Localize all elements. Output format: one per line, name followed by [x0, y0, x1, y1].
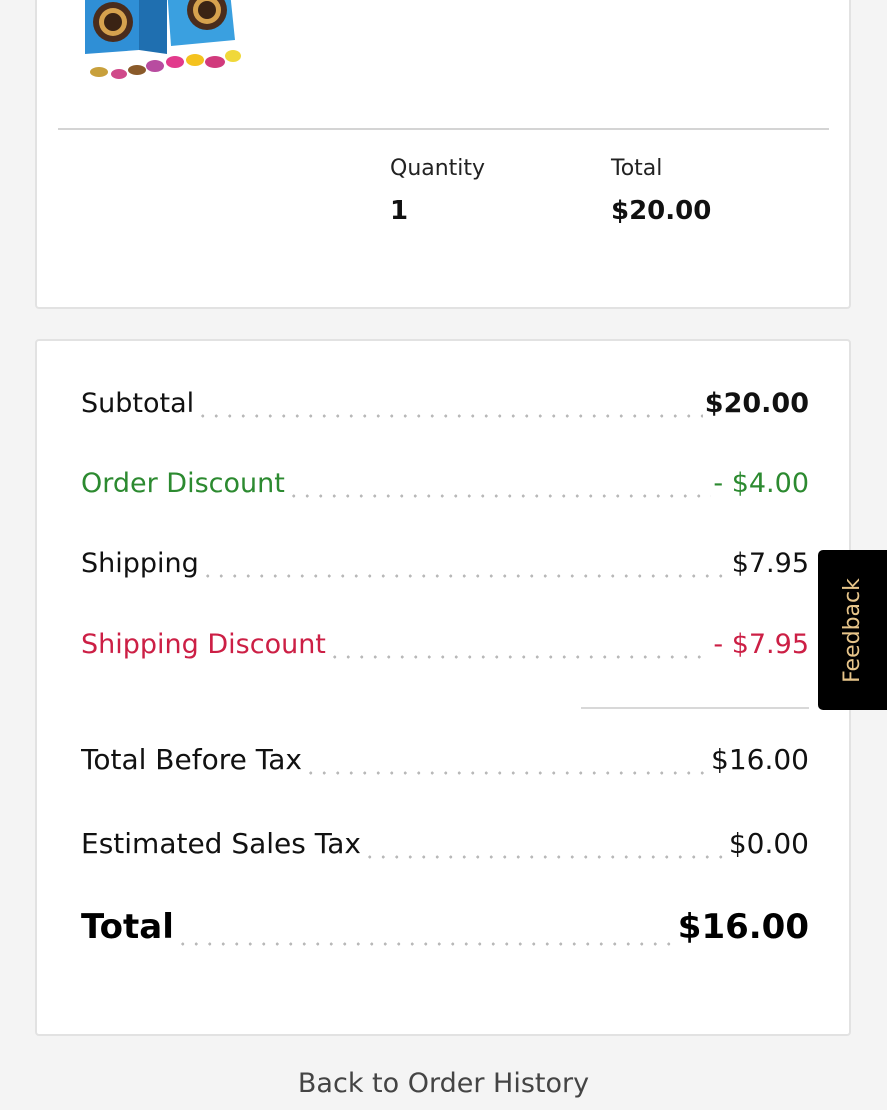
leader-dots: [303, 748, 710, 776]
shipping-discount-row: Shipping Discount - $7.95: [81, 629, 809, 660]
sales-tax-value: $0.00: [728, 827, 809, 860]
leader-dots: [196, 392, 703, 419]
grand-total-value: $16.00: [677, 907, 809, 947]
total-before-tax-label: Total Before Tax: [81, 743, 302, 776]
item-total-value: $20.00: [611, 196, 712, 226]
grand-total-row: Total $16.00: [81, 907, 809, 947]
shipping-value: $7.95: [731, 548, 809, 579]
feedback-label: Feedback: [840, 577, 865, 683]
shipping-row: Shipping $7.95: [81, 548, 809, 579]
total-before-tax-row: Total Before Tax $16.00: [81, 743, 809, 776]
subtotal-row: Subtotal $20.00: [81, 388, 809, 419]
quantity-value: 1: [390, 196, 409, 226]
order-summary-card: Subtotal $20.00 Order Discount - $4.00 S…: [35, 339, 851, 1036]
leader-dots: [286, 472, 712, 499]
subtotal-value: $20.00: [704, 388, 809, 419]
sales-tax-label: Estimated Sales Tax: [81, 827, 361, 860]
total-before-tax-value: $16.00: [711, 743, 809, 776]
order-discount-value: - $4.00: [713, 468, 809, 499]
subtotal-label: Subtotal: [81, 388, 195, 419]
leader-dots: [175, 913, 676, 947]
order-item-card: Quantity 1 Total $20.00: [35, 0, 851, 309]
grand-total-label: Total: [81, 907, 174, 947]
feedback-tab[interactable]: Feedback: [818, 550, 887, 710]
shipping-discount-label: Shipping Discount: [81, 629, 326, 660]
leader-dots: [362, 832, 727, 860]
quantity-label: Quantity: [390, 156, 486, 181]
back-to-order-history-link[interactable]: Back to Order History: [0, 1068, 887, 1099]
sales-tax-row: Estimated Sales Tax $0.00: [81, 827, 809, 860]
item-divider: [58, 128, 829, 130]
order-discount-row: Order Discount - $4.00: [81, 468, 809, 499]
order-discount-label: Order Discount: [81, 468, 285, 499]
shipping-discount-value: - $7.95: [713, 629, 809, 660]
product-image[interactable]: [79, 0, 244, 84]
leader-dots: [327, 633, 712, 660]
summary-divider: [581, 707, 809, 709]
item-total-label: Total: [611, 156, 663, 181]
leader-dots: [200, 552, 730, 579]
shipping-label: Shipping: [81, 548, 199, 579]
